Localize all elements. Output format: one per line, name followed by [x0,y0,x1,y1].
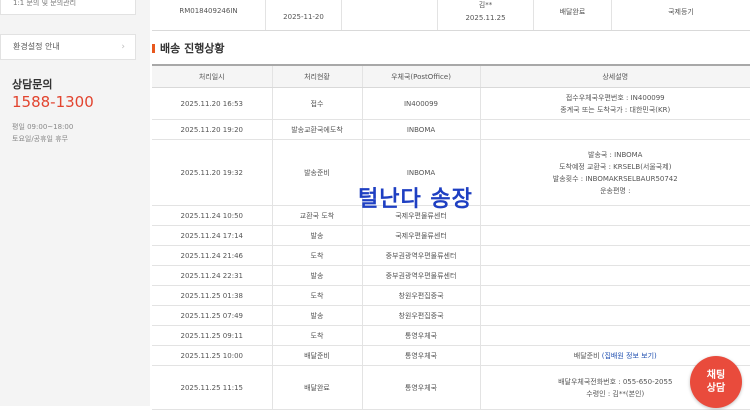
row-time: 2025.11.24 21:46 [152,245,273,266]
customer-service-title: 상담문의 [12,78,53,91]
row-office: 중부권광역우편물류센터 [362,265,481,286]
row-status: 도착 [272,325,363,346]
row-detail [480,225,750,246]
overlay-stamp-text: 털난다 송장 [358,187,473,212]
row-office: 중부권광역우편물류센터 [362,245,481,266]
row-status: 배달준비 [272,345,363,366]
row-time: 2025.11.25 10:00 [152,345,273,366]
table-row: 2025.11.24 21:46 도착 중부권광역우편물류센터 [152,245,750,266]
summary-blank [342,0,438,30]
courier-info-link[interactable]: (집배원 정보 보기) [602,352,657,360]
row-detail [480,305,750,326]
row-status: 발송준비 [272,139,363,206]
row-office: 통영우체국 [362,325,481,346]
row-detail [480,245,750,266]
row-detail [480,325,750,346]
row-status: 발송교환국에도착 [272,119,363,140]
row-office: 창원우편집중국 [362,305,481,326]
row-office: 통영우체국 [362,365,481,410]
row-status: 발송 [272,305,363,326]
chat-consult-button[interactable]: 채팅 상담 [690,356,742,408]
table-row: 2025.11.25 10:00 배달준비 통영우체국 배달준비 (집배원 정보… [152,345,750,366]
row-office: 통영우체국 [362,345,481,366]
chevron-right-icon: › [121,42,125,52]
row-time: 2025.11.24 22:31 [152,265,273,286]
row-detail [480,285,750,306]
row-time: 2025.11.25 07:49 [152,305,273,326]
table-row: 2025.11.25 07:49 발송 창원우편집중국 [152,305,750,326]
settings-guide-label: 환경설정 안내 [13,42,60,51]
row-office: 창원우편집중국 [362,285,481,306]
row-status: 도착 [272,285,363,306]
shipment-summary-row: RM018409246IN 2025-11-20 김** 2025.11.25 … [152,0,750,31]
summary-type: 국제등기 [668,8,694,16]
chat-label-1: 채팅 [706,370,726,381]
header-detail: 상세설명 [480,64,750,88]
row-time: 2025.11.20 19:32 [152,139,273,206]
row-detail [480,265,750,286]
row-detail: 발송국 : INBOMA 도착예정 교환국 : KRSELB(서울국제) 발송횟… [480,139,750,206]
row-time: 2025.11.25 11:15 [152,365,273,410]
row-office: 국제우편물류센터 [362,225,481,246]
table-row: 2025.11.20 19:20 발송교환국에도착 INBOMA [152,119,750,140]
row-status: 도착 [272,245,363,266]
tracking-table: 처리일시 처리현황 우체국(PostOffice) 상세설명 2025.11.2… [152,64,750,410]
table-row: 2025.11.25 09:11 도착 통영우체국 [152,325,750,346]
header-datetime: 처리일시 [152,64,273,88]
summary-tracking-no: RM018409246IN [152,0,266,30]
summary-receiver: 김** 2025.11.25 [438,0,534,30]
section-marker [152,44,155,53]
row-time: 2025.11.20 19:20 [152,119,273,140]
row-time: 2025.11.20 16:53 [152,87,273,120]
customer-service-hours: 평일 09:00~18:00 토요일/공휴일 휴무 [12,121,73,145]
row-time: 2025.11.24 10:50 [152,205,273,226]
row-detail: 접수우체국우편번호 : IN400099 종계국 또는 도착국가 : 대한민국(K… [480,87,750,120]
row-detail [480,205,750,226]
row-status: 발송 [272,225,363,246]
row-detail [480,119,750,140]
table-row: 2025.11.25 11:15 배달완료 통영우체국 배달우체국전화번호 : … [152,365,750,410]
sidebar: 1:1 문의 및 문의관리 환경설정 안내 › 상담문의 1588-1300 평… [0,0,150,406]
row-time: 2025.11.25 01:38 [152,285,273,306]
settings-guide-link[interactable]: 환경설정 안내 › [0,34,136,60]
row-office: IN400099 [362,87,481,120]
summary-date: 2025-11-20 [266,0,342,30]
table-row: 2025.11.24 22:31 발송 중부권광역우편물류센터 [152,265,750,286]
table-row: 2025.11.20 16:53 접수 IN400099 접수우체국우편번호 :… [152,87,750,120]
table-row: 2025.11.24 17:14 발송 국제우편물류센터 [152,225,750,246]
row-office: INBOMA [362,119,481,140]
row-status: 교환국 도착 [272,205,363,226]
row-time: 2025.11.24 17:14 [152,225,273,246]
row-status: 발송 [272,265,363,286]
row-status: 접수 [272,87,363,120]
summary-status: 배달완료 [534,0,612,30]
sidebar-top-item[interactable]: 1:1 문의 및 문의관리 [0,0,136,15]
customer-service-phone: 1588-1300 [12,93,94,111]
table-row: 2025.11.25 01:38 도착 창원우편집중국 [152,285,750,306]
hours-weekend: 토요일/공휴일 휴무 [12,135,69,143]
row-time: 2025.11.25 09:11 [152,325,273,346]
section-title: 배송 진행상황 [152,40,225,56]
header-status: 처리현황 [272,64,363,88]
header-post-office: 우체국(PostOffice) [362,64,481,88]
table-header-row: 처리일시 처리현황 우체국(PostOffice) 상세설명 [152,64,750,88]
hours-weekday: 평일 09:00~18:00 [12,123,74,131]
chat-label-2: 상담 [706,383,726,394]
row-status: 배달완료 [272,365,363,410]
